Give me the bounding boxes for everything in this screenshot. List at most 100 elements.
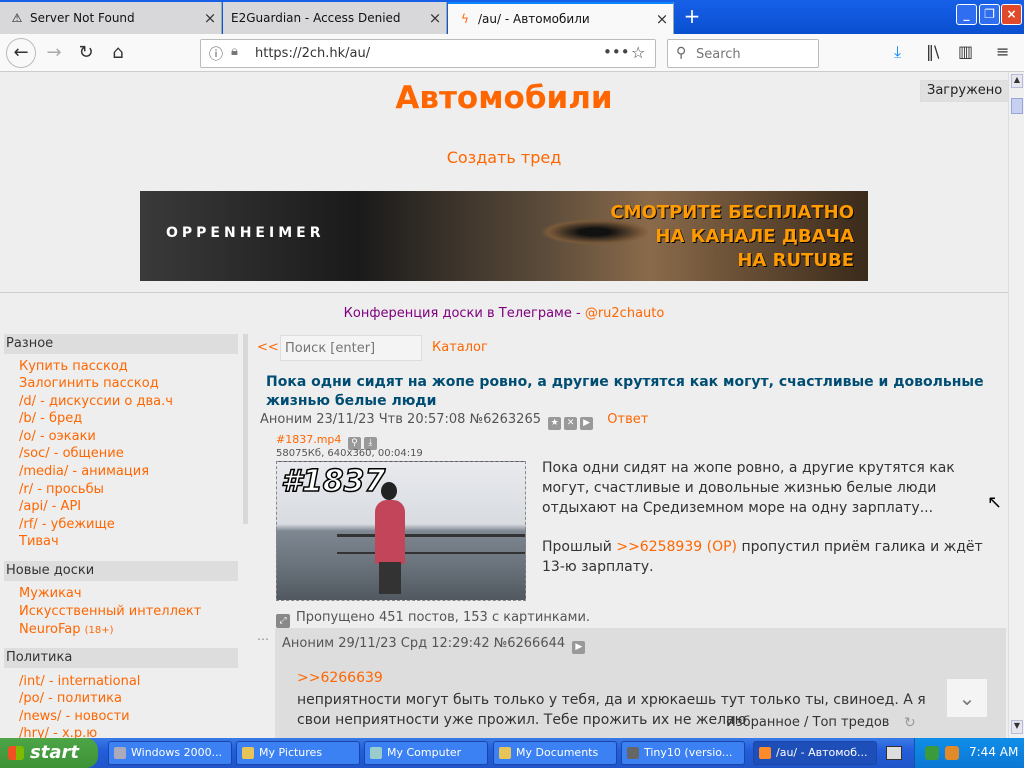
system-tray: 7:44 AM bbox=[914, 738, 1024, 768]
sidebar-item-label[interactable]: NeuroFap bbox=[19, 622, 80, 637]
refresh-icon[interactable]: ↻ bbox=[904, 715, 916, 731]
page-viewport: Автомобили Загружено Создать тред OPPENH… bbox=[0, 72, 1008, 738]
banner-line: НА КАНАЛЕ ДВАЧА bbox=[655, 226, 854, 247]
back-button[interactable]: ← bbox=[6, 38, 36, 68]
ad-banner[interactable]: OPPENHEIMER СМОТРИТЕ БЕСПЛАТНО НА КАНАЛЕ… bbox=[140, 191, 868, 281]
taskbar-item[interactable]: My Documents bbox=[493, 741, 617, 765]
sidebar-item[interactable]: /r/ - просьбы bbox=[19, 482, 104, 497]
new-tab-button[interactable]: + bbox=[678, 4, 706, 30]
start-label: start bbox=[30, 742, 79, 763]
tab-au-board[interactable]: ϟ /au/ - Автомобили × bbox=[448, 2, 674, 34]
tab-strip: ⚠ Server Not Found × E2Guardian - Access… bbox=[0, 0, 1024, 34]
reply-link[interactable]: Ответ bbox=[607, 412, 648, 427]
sidebar-item[interactable]: /o/ - оэкаки bbox=[19, 429, 96, 444]
sidebar-section-new-boards: Новые доски bbox=[4, 561, 238, 581]
close-icon[interactable]: × bbox=[651, 10, 673, 28]
expand-icon[interactable]: ⤢ bbox=[276, 614, 290, 628]
create-thread-link[interactable]: Создать тред bbox=[0, 148, 1008, 167]
taskbar-item[interactable]: Windows 2000... bbox=[108, 741, 232, 765]
play-icon[interactable]: ▶ bbox=[572, 641, 586, 654]
taskbar-item[interactable]: My Pictures bbox=[236, 741, 360, 765]
start-button[interactable]: start bbox=[0, 738, 98, 768]
sidebar-item[interactable]: Залогинить пасскод bbox=[19, 376, 159, 391]
post-reference-link[interactable]: >>6258939 (OP) bbox=[616, 539, 737, 555]
telegram-link[interactable]: @ru2chauto bbox=[585, 306, 665, 321]
sidebar-item[interactable]: /soc/ - общение bbox=[19, 446, 124, 461]
file-name[interactable]: #1837.mp4 bbox=[276, 433, 341, 446]
sidebar-item[interactable]: /api/ - API bbox=[19, 499, 81, 514]
search-icon[interactable] bbox=[945, 746, 959, 760]
maximize-button[interactable]: ❐ bbox=[979, 4, 1000, 25]
taskbar-item[interactable]: Tiny10 (versio... bbox=[621, 741, 745, 765]
download-icon[interactable]: ⤓ bbox=[894, 42, 901, 62]
sidebar-item[interactable]: /d/ - дискуссии о два.ч bbox=[19, 394, 173, 409]
scroll-down-button[interactable]: ⌄ bbox=[946, 678, 988, 718]
menu-icon[interactable]: ≡ bbox=[996, 42, 1009, 61]
tab-title: E2Guardian - Access Denied bbox=[231, 11, 401, 25]
minimize-button[interactable]: _ bbox=[956, 4, 977, 25]
vm-icon bbox=[627, 747, 639, 759]
favorites-link[interactable]: Избранное bbox=[726, 715, 800, 730]
sidebar-item[interactable]: /rf/ - убежище bbox=[19, 517, 115, 532]
sidebar-item[interactable]: /hry/ - х.р.ю bbox=[19, 726, 97, 738]
taskbar-item-label: My Computer bbox=[387, 746, 462, 759]
library-icon[interactable]: ‖\ bbox=[926, 42, 939, 61]
sidebar-item[interactable]: /int/ - international bbox=[19, 674, 140, 689]
sidebar-item-neurofap[interactable]: NeuroFap (18+) bbox=[19, 622, 114, 637]
home-button[interactable]: ⌂ bbox=[104, 39, 132, 67]
forward-button[interactable]: → bbox=[40, 39, 68, 67]
sidebar-item[interactable]: /b/ - бред bbox=[19, 411, 82, 426]
omitted-text: Пропущено 451 постов, 153 с картинками. bbox=[296, 610, 591, 625]
search-bar[interactable]: ⚲ bbox=[667, 39, 819, 68]
close-icon[interactable]: × bbox=[199, 9, 221, 27]
play-icon[interactable]: ▶ bbox=[580, 417, 594, 430]
tab-access-denied[interactable]: E2Guardian - Access Denied × bbox=[223, 2, 447, 34]
scroll-down-arrow-icon[interactable]: ▼ bbox=[1011, 720, 1023, 734]
bookmark-star-icon[interactable]: ☆ bbox=[631, 43, 645, 62]
reload-button[interactable]: ↻ bbox=[72, 39, 100, 67]
board-sidebar: Разное Купить пасскод Залогинить пасскод… bbox=[0, 334, 248, 738]
star-icon[interactable]: ★ bbox=[548, 417, 562, 430]
keyboard-icon[interactable] bbox=[886, 746, 902, 760]
sidebar-icon[interactable]: ▥ bbox=[958, 42, 973, 61]
page-scrollbar[interactable]: ▲ ▼ bbox=[1008, 72, 1024, 738]
sidebar-item[interactable]: Мужикач bbox=[19, 586, 82, 601]
firefox-icon bbox=[759, 747, 771, 759]
sidebar-item[interactable]: /news/ - новости bbox=[19, 709, 130, 724]
post-number[interactable]: №6263265 bbox=[470, 412, 541, 427]
top-threads-link[interactable]: Топ тредов bbox=[813, 715, 890, 730]
taskbar-item-label: Windows 2000... bbox=[131, 746, 223, 759]
sidebar-scrollbar[interactable] bbox=[243, 334, 248, 524]
search-input[interactable] bbox=[696, 44, 814, 64]
scrollbar-thumb[interactable] bbox=[1011, 98, 1023, 114]
sidebar-section-misc: Разное bbox=[4, 334, 238, 354]
sidebar-item[interactable]: /po/ - политика bbox=[19, 691, 122, 706]
taskbar-item[interactable]: My Computer bbox=[364, 741, 488, 765]
info-icon[interactable]: ⓘ bbox=[209, 44, 223, 64]
scroll-up-arrow-icon[interactable]: ▲ bbox=[1011, 74, 1023, 88]
sidebar-item[interactable]: Купить пасскод bbox=[19, 359, 128, 374]
sidebar-item[interactable]: Искусственный интеллект bbox=[19, 604, 201, 619]
clock[interactable]: 7:44 AM bbox=[969, 745, 1018, 759]
taskbar-item-active[interactable]: /au/ - Автомоб... bbox=[753, 741, 877, 765]
close-window-button[interactable]: × bbox=[1001, 4, 1022, 25]
network-icon[interactable] bbox=[925, 746, 939, 760]
create-thread-label[interactable]: Создать тред bbox=[447, 148, 562, 167]
lock-icon: 🔒︎ bbox=[231, 44, 238, 59]
close-icon[interactable]: × bbox=[424, 9, 446, 27]
url-bar[interactable]: ⓘ 🔒︎ https://2ch.hk/au/ ••• ☆ bbox=[200, 39, 656, 68]
sidebar-item[interactable]: Тивач bbox=[19, 534, 59, 549]
page-actions-icon[interactable]: ••• bbox=[603, 43, 630, 61]
catalog-link[interactable]: Каталог bbox=[432, 340, 488, 355]
back-link[interactable]: << bbox=[257, 340, 279, 355]
sidebar-item[interactable]: /media/ - анимация bbox=[19, 464, 149, 479]
hide-icon[interactable]: ✕ bbox=[564, 417, 578, 430]
post-reference-link[interactable]: >>6266639 bbox=[297, 670, 383, 686]
post-paragraph: Пока одни сидят на жопе ровно, а другие … bbox=[542, 460, 955, 516]
url-text[interactable]: https://2ch.hk/au/ bbox=[255, 46, 370, 61]
omitted-posts[interactable]: ⤢ Пропущено 451 постов, 153 с картинками. bbox=[276, 610, 590, 628]
tab-server-not-found[interactable]: ⚠ Server Not Found × bbox=[0, 2, 222, 34]
video-thumbnail[interactable]: #1837 bbox=[276, 461, 526, 601]
thumb-rail bbox=[337, 552, 525, 554]
post-search-input[interactable] bbox=[280, 335, 422, 361]
